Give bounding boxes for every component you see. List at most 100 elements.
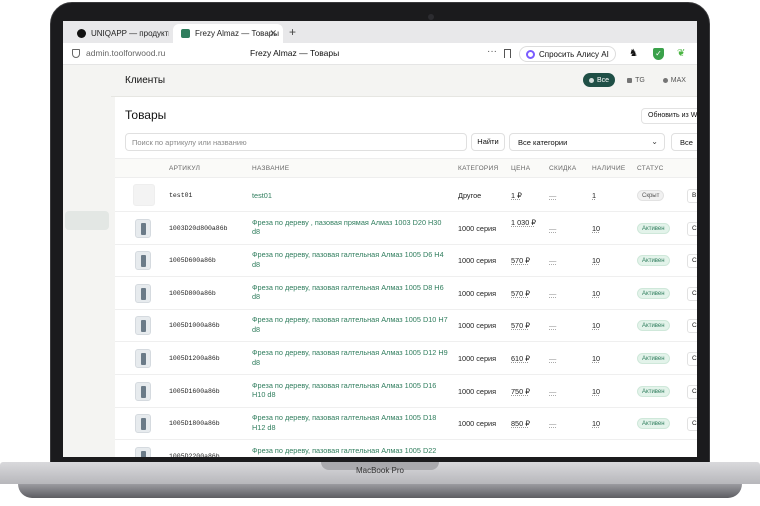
column-sku[interactable]: АРТИКУЛ bbox=[169, 165, 200, 172]
bookmark-icon[interactable] bbox=[504, 49, 511, 58]
column-name[interactable]: НАЗВАНИЕ bbox=[252, 165, 289, 172]
leaf-extension-icon[interactable]: ❦ bbox=[677, 48, 687, 59]
discount-cell[interactable]: — bbox=[549, 289, 556, 298]
discount-cell[interactable]: — bbox=[549, 354, 556, 363]
row-action-button[interactable]: В bbox=[687, 189, 697, 203]
row-action-button[interactable]: С bbox=[687, 417, 697, 432]
price-cell[interactable]: 610 ₽ bbox=[511, 354, 541, 363]
discount-cell[interactable]: — bbox=[549, 256, 556, 265]
row-action-button[interactable]: С bbox=[687, 384, 697, 399]
refresh-from-wb-button[interactable]: Обновить из WB bbox=[641, 108, 697, 124]
table-row[interactable]: 1005D1200a86b Фреза по дереву, пазовая га… bbox=[115, 342, 697, 375]
category-select[interactable]: Все категории ⌄ bbox=[509, 133, 665, 151]
base-bottom bbox=[18, 484, 742, 498]
column-stock[interactable]: НАЛИЧИЕ bbox=[592, 165, 626, 172]
discount-cell[interactable]: — bbox=[549, 321, 556, 330]
discount-cell[interactable]: — bbox=[549, 419, 556, 428]
product-name-link[interactable]: Фреза по дереву, пазовая галтельная Алма… bbox=[252, 315, 450, 334]
price-cell[interactable]: 1 ₽ bbox=[511, 191, 541, 200]
sku-cell: 1005D600a86b bbox=[169, 257, 216, 265]
price-cell[interactable]: 750 ₽ bbox=[511, 387, 541, 396]
product-name-link[interactable]: Фреза по дереву, пазовая галтельная Алма… bbox=[252, 283, 450, 302]
column-price[interactable]: ЦЕНА bbox=[511, 165, 530, 172]
table-row[interactable]: 1005D800a86b Фреза по дереву, пазовая гал… bbox=[115, 277, 697, 310]
product-name-link[interactable]: Фреза по дереву, пазовая галтельная Алма… bbox=[252, 348, 450, 367]
extension-icon[interactable]: ♞ bbox=[629, 48, 640, 59]
stock-cell[interactable]: 1 bbox=[592, 191, 596, 200]
price-cell[interactable]: 850 ₽ bbox=[511, 419, 541, 428]
stock-cell[interactable]: 10 bbox=[592, 321, 600, 330]
discount-cell[interactable]: — bbox=[549, 224, 556, 233]
stock-cell[interactable]: 10 bbox=[592, 289, 600, 298]
stock-cell[interactable]: 10 bbox=[592, 224, 600, 233]
product-name-link[interactable]: Фреза по дереву, пазовая галтельная Алма… bbox=[252, 446, 450, 456]
sku-cell: 1005D1000a86b bbox=[169, 322, 220, 330]
product-name-link[interactable]: Фреза по дереву, пазовая галтельная Алма… bbox=[252, 381, 450, 400]
table-row[interactable]: 1003D20d800a86b Фреза по дереву , пазовая… bbox=[115, 212, 697, 245]
row-action-button[interactable]: С bbox=[687, 352, 697, 366]
product-image[interactable] bbox=[135, 381, 151, 401]
browser-tab-frezy[interactable]: Frezy Almaz — Товары ✕ bbox=[173, 24, 283, 43]
channel-tab-tg[interactable]: TG bbox=[621, 73, 651, 87]
table-row[interactable]: 1005D2200a86b Фреза по дереву, пазовая га… bbox=[115, 440, 697, 457]
app-header: Клиенты Все TG MAX A bbox=[111, 65, 697, 97]
find-button[interactable]: Найти bbox=[471, 133, 505, 151]
product-name-link[interactable]: Фреза по дереву, пазовая галтельная Алма… bbox=[252, 250, 450, 269]
price-cell[interactable]: 570 ₽ bbox=[511, 289, 541, 298]
product-image[interactable] bbox=[135, 414, 151, 434]
table-row[interactable]: 1005D1000a86b Фреза по дереву, пазовая га… bbox=[115, 309, 697, 343]
app: Клиенты Все TG MAX A bbox=[63, 65, 697, 457]
price-cell[interactable]: 1 030 ₽ bbox=[511, 218, 541, 227]
address-bar: admin.toolforwood.ru Frezy Almaz — Товар… bbox=[63, 43, 697, 65]
product-image[interactable] bbox=[135, 218, 151, 238]
cutter-icon bbox=[141, 287, 146, 300]
discount-cell[interactable]: — bbox=[549, 191, 556, 200]
row-action-button[interactable]: С bbox=[687, 319, 697, 334]
product-name-link[interactable]: test01 bbox=[252, 191, 450, 201]
product-image[interactable] bbox=[133, 184, 155, 206]
ask-alice-button[interactable]: Спросить Алису AI bbox=[519, 46, 616, 62]
model-label: MacBook Pro bbox=[355, 466, 405, 475]
discount-cell[interactable]: — bbox=[549, 387, 556, 396]
status-badge: Активен bbox=[637, 385, 670, 397]
frezy-favicon-icon bbox=[181, 29, 190, 38]
product-image[interactable] bbox=[135, 251, 151, 271]
row-action-button[interactable]: С bbox=[687, 254, 697, 269]
row-action-button[interactable]: С bbox=[687, 286, 697, 301]
product-name-link[interactable]: Фреза по дереву, пазовая галтельная Алма… bbox=[252, 413, 450, 432]
table-row[interactable]: test01 test01 Другое 1 ₽ — 1 Скрыт В bbox=[115, 179, 697, 212]
column-discount[interactable]: СКИДКА bbox=[549, 165, 576, 172]
product-image[interactable] bbox=[135, 316, 151, 336]
close-tab-icon[interactable]: ✕ bbox=[269, 28, 277, 39]
table-row[interactable]: 1005D1800a86b Фреза по дереву, пазовая га… bbox=[115, 407, 697, 441]
price-cell[interactable]: 570 ₽ bbox=[511, 321, 541, 330]
status-select[interactable]: Все bbox=[671, 133, 697, 151]
product-image[interactable] bbox=[135, 349, 151, 368]
channel-tab-max[interactable]: MAX bbox=[657, 73, 692, 87]
browser-tab-uniqapp[interactable]: UNIQAPP — продукты дл bbox=[69, 24, 169, 43]
status-badge: Активен bbox=[637, 287, 670, 299]
price-cell[interactable]: 570 ₽ bbox=[511, 256, 541, 265]
product-image[interactable] bbox=[135, 446, 151, 457]
shield-icon[interactable] bbox=[72, 49, 80, 58]
product-image[interactable] bbox=[135, 283, 151, 303]
sidebar-item-products[interactable] bbox=[65, 211, 109, 230]
url-field[interactable]: admin.toolforwood.ru bbox=[86, 48, 165, 58]
adblock-shield-icon[interactable]: ✓ bbox=[653, 48, 664, 60]
row-action-button[interactable]: С bbox=[687, 221, 697, 236]
column-status[interactable]: СТАТУС bbox=[637, 165, 664, 172]
stock-cell[interactable]: 10 bbox=[592, 419, 600, 428]
plus-icon[interactable]: + bbox=[289, 26, 296, 38]
search-input[interactable]: Поиск по артикулу или названию bbox=[125, 133, 467, 151]
stock-cell[interactable]: 10 bbox=[592, 354, 600, 363]
uniqapp-favicon-icon bbox=[77, 29, 86, 38]
stock-cell[interactable]: 10 bbox=[592, 387, 600, 396]
more-icon[interactable]: ··· bbox=[487, 46, 497, 57]
status-badge: Активен bbox=[637, 418, 670, 430]
stock-cell[interactable]: 10 bbox=[592, 256, 600, 265]
table-row[interactable]: 1005D1600a86b Фреза по дереву, пазовая га… bbox=[115, 375, 697, 408]
product-name-link[interactable]: Фреза по дереву , пазовая прямая Алмаз 1… bbox=[252, 218, 450, 237]
table-row[interactable]: 1005D600a86b Фреза по дереву, пазовая гал… bbox=[115, 244, 697, 278]
channel-tab-all[interactable]: Все bbox=[583, 73, 616, 87]
column-category[interactable]: КАТЕГОРИЯ bbox=[458, 165, 499, 172]
